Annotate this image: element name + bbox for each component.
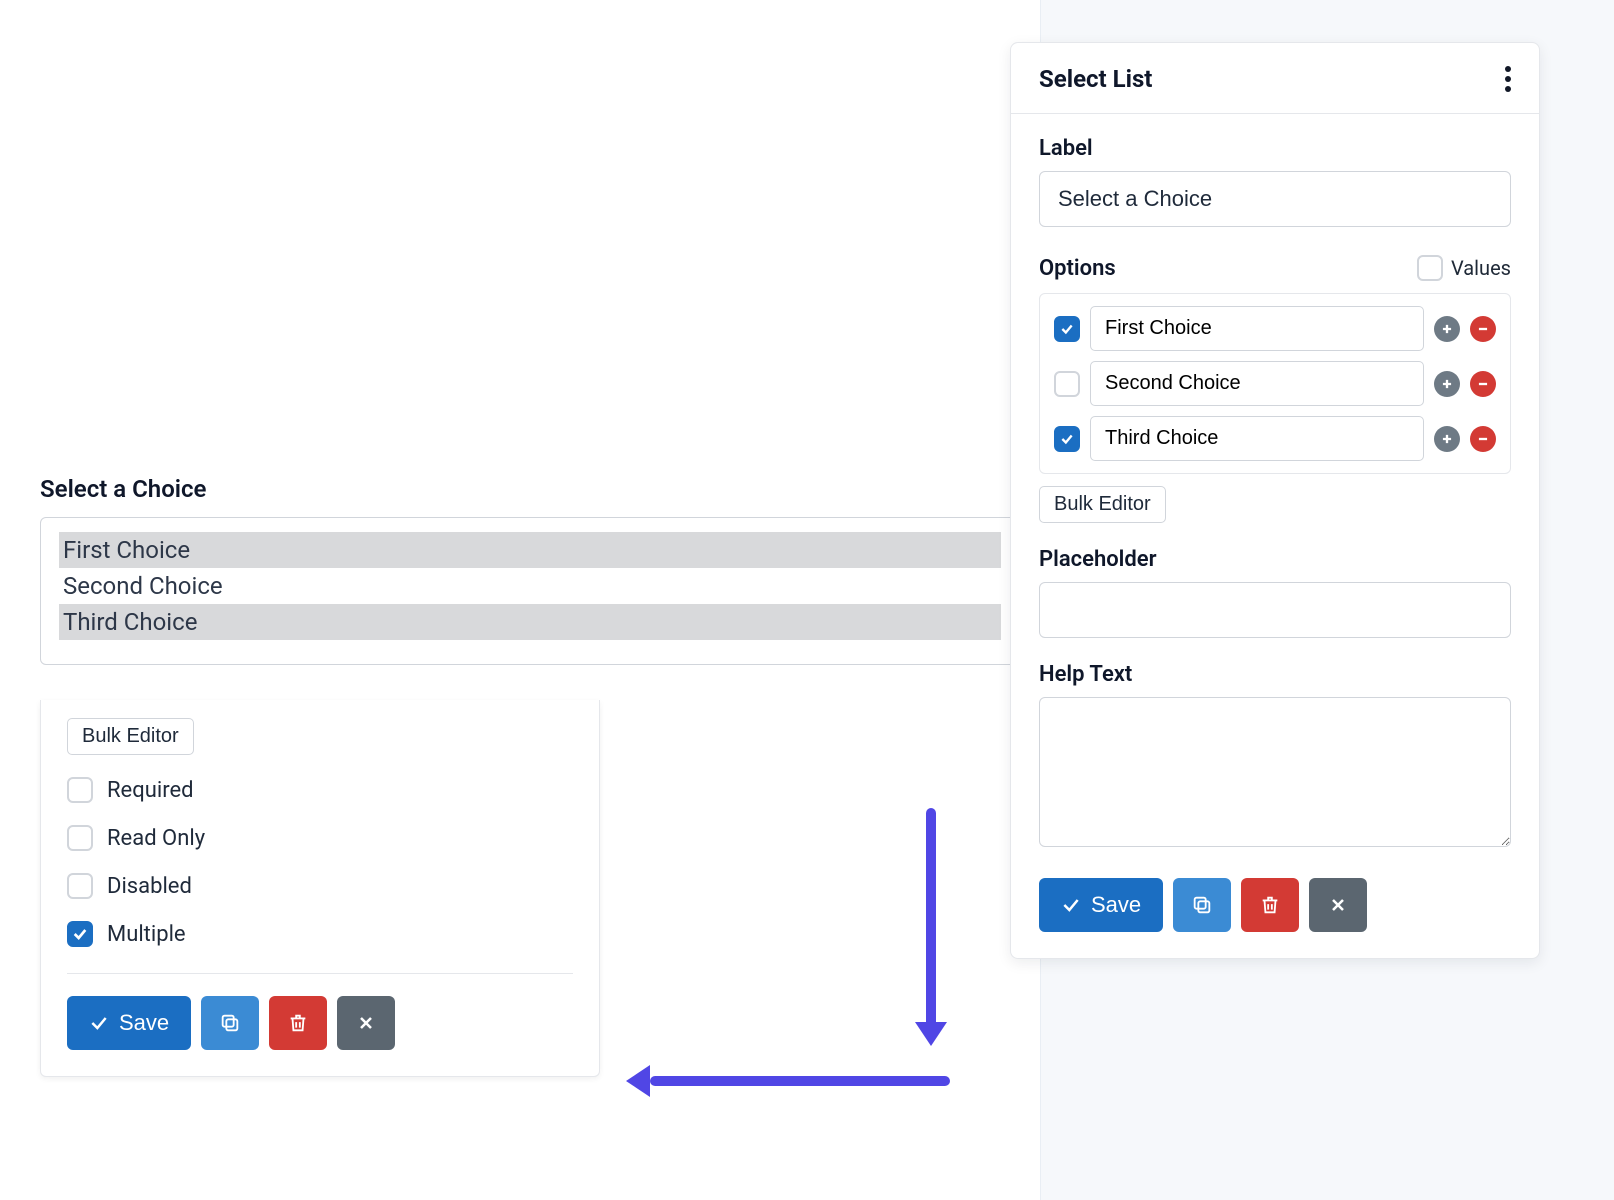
option-text-input[interactable] <box>1090 306 1424 351</box>
help-text-heading: Help Text <box>1039 662 1511 687</box>
preview-label: Select a Choice <box>40 475 1020 503</box>
read-only-label: Read Only <box>107 826 205 851</box>
annotation-arrow-left <box>630 1070 950 1092</box>
add-option-button[interactable] <box>1434 316 1460 342</box>
close-button[interactable] <box>337 996 395 1050</box>
required-label: Required <box>107 778 194 803</box>
select-list-preview[interactable]: First ChoiceSecond ChoiceThird Choice <box>40 517 1020 665</box>
trash-icon <box>287 1012 309 1034</box>
duplicate-button[interactable] <box>201 996 259 1050</box>
add-option-button[interactable] <box>1434 426 1460 452</box>
bulk-editor-button[interactable]: Bulk Editor <box>67 718 194 755</box>
copy-icon <box>1191 894 1213 916</box>
delete-button[interactable] <box>269 996 327 1050</box>
bulk-editor-button[interactable]: Bulk Editor <box>1039 486 1166 523</box>
copy-icon <box>219 1012 241 1034</box>
remove-option-button[interactable] <box>1470 426 1496 452</box>
save-button-label: Save <box>119 1010 169 1036</box>
remove-option-button[interactable] <box>1470 316 1496 342</box>
multiple-checkbox[interactable] <box>67 921 93 947</box>
option-row <box>1054 306 1496 351</box>
field-config-panel: Select List Label Options Values Bulk Ed… <box>1010 42 1540 959</box>
values-label: Values <box>1451 256 1511 280</box>
close-icon <box>1328 895 1348 915</box>
save-button[interactable]: Save <box>1039 878 1163 932</box>
option-default-checkbox[interactable] <box>1054 426 1080 452</box>
duplicate-button[interactable] <box>1173 878 1231 932</box>
options-list <box>1039 293 1511 474</box>
option-text-input[interactable] <box>1090 416 1424 461</box>
save-button[interactable]: Save <box>67 996 191 1050</box>
field-attributes-panel: Bulk Editor Required Read Only Disabled … <box>40 700 600 1077</box>
delete-button[interactable] <box>1241 878 1299 932</box>
check-icon <box>1061 895 1081 915</box>
check-icon <box>89 1013 109 1033</box>
select-option[interactable]: First Choice <box>59 532 1001 568</box>
label-heading: Label <box>1039 136 1511 161</box>
divider <box>67 973 573 974</box>
option-text-input[interactable] <box>1090 361 1424 406</box>
save-button-label: Save <box>1091 892 1141 918</box>
remove-option-button[interactable] <box>1470 371 1496 397</box>
read-only-checkbox[interactable] <box>67 825 93 851</box>
values-checkbox[interactable] <box>1417 255 1443 281</box>
close-button[interactable] <box>1309 878 1367 932</box>
field-preview: Select a Choice First ChoiceSecond Choic… <box>40 475 1020 665</box>
more-menu-icon[interactable] <box>1505 66 1511 92</box>
close-icon <box>356 1013 376 1033</box>
disabled-label: Disabled <box>107 874 192 899</box>
option-default-checkbox[interactable] <box>1054 371 1080 397</box>
option-default-checkbox[interactable] <box>1054 316 1080 342</box>
select-option[interactable]: Second Choice <box>59 568 1001 604</box>
trash-icon <box>1259 894 1281 916</box>
multiple-label: Multiple <box>107 922 186 947</box>
help-text-input[interactable] <box>1039 697 1511 847</box>
option-row <box>1054 361 1496 406</box>
placeholder-input[interactable] <box>1039 582 1511 638</box>
disabled-checkbox[interactable] <box>67 873 93 899</box>
annotation-arrow-down <box>920 808 940 1048</box>
select-option[interactable]: Third Choice <box>59 604 1001 640</box>
required-checkbox[interactable] <box>67 777 93 803</box>
label-input[interactable] <box>1039 171 1511 227</box>
option-row <box>1054 416 1496 461</box>
placeholder-heading: Placeholder <box>1039 547 1511 572</box>
config-panel-title: Select List <box>1039 65 1152 93</box>
options-heading: Options <box>1039 256 1116 281</box>
add-option-button[interactable] <box>1434 371 1460 397</box>
